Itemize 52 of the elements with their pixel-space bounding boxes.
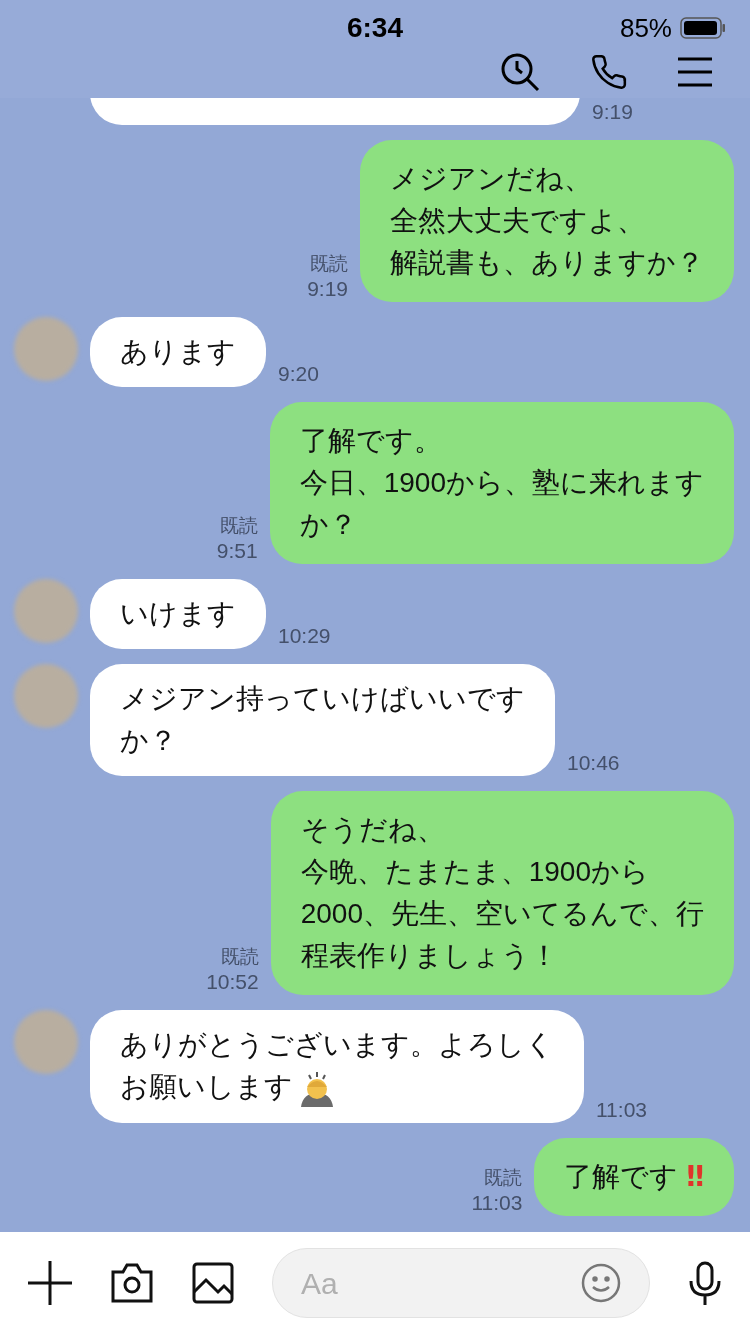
message-input[interactable]: Aa bbox=[301, 1260, 501, 1306]
microphone-icon[interactable] bbox=[688, 1261, 722, 1305]
message-text: 了解です bbox=[564, 1161, 679, 1192]
message-time: 10:46 bbox=[567, 750, 620, 777]
message-text: お願いします bbox=[120, 1071, 293, 1103]
read-receipt: 既読 bbox=[484, 1166, 523, 1190]
sent-message-bubble[interactable]: 了解です。 今日、1900から、塾に来れます か？ bbox=[269, 402, 734, 565]
message-text: 今日、1900から、塾に来れます bbox=[299, 467, 704, 499]
received-message-bubble[interactable]: いけます bbox=[90, 579, 266, 650]
plus-icon[interactable] bbox=[28, 1261, 72, 1305]
smiley-icon[interactable] bbox=[581, 1263, 621, 1303]
message-time: 11:03 bbox=[596, 1096, 647, 1123]
phone-icon[interactable] bbox=[590, 53, 628, 91]
menu-icon[interactable] bbox=[678, 57, 712, 87]
read-receipt: 既読 bbox=[310, 252, 348, 277]
message-time: 10:29 bbox=[278, 623, 331, 650]
message-time: 10:52 bbox=[206, 969, 259, 996]
message-time: 9:51 bbox=[216, 538, 258, 565]
message-text: ありがとうございます。よろしく bbox=[120, 1029, 554, 1061]
sent-message-bubble[interactable]: そうだね、 今晩、たまたま、1900から 2000、先生、空いてるんで、行 程表作りましょう！ bbox=[270, 791, 734, 996]
message-time: 9:19 bbox=[307, 276, 348, 303]
exclamation-mark: ‼ bbox=[686, 1160, 704, 1193]
read-receipt: 既読 bbox=[220, 945, 259, 970]
battery-percent: 85% bbox=[619, 11, 672, 45]
message-text: 今晩、たまたま、1900から bbox=[300, 856, 649, 888]
message-text: 2000、先生、空いてるんで、行 bbox=[300, 898, 704, 930]
received-message-bubble[interactable]: ありがとうございます。よろしく お願いします bbox=[90, 1010, 584, 1123]
status-time: 6:34 bbox=[346, 11, 403, 45]
message-time: 11:03 bbox=[471, 1189, 523, 1216]
message-text: 了解です。 bbox=[299, 425, 442, 457]
message-text: か？ bbox=[299, 509, 357, 541]
message-text: 全然大丈夫ですよ、 bbox=[390, 205, 645, 237]
history-search-icon[interactable] bbox=[500, 52, 540, 92]
message-text: 解説書も、ありますか？ bbox=[390, 247, 704, 279]
message-text: か？ bbox=[120, 725, 177, 757]
received-message-bubble[interactable]: あります bbox=[90, 317, 266, 388]
message-text: 程表作りましょう！ bbox=[300, 940, 558, 972]
image-icon[interactable] bbox=[192, 1262, 234, 1304]
camera-icon[interactable] bbox=[110, 1262, 154, 1304]
sent-message-bubble[interactable]: メジアンだね、 全然大丈夫ですよ、 解説書も、ありますか？ bbox=[360, 140, 734, 303]
message-text: そうだね、 bbox=[300, 814, 445, 846]
battery-icon bbox=[680, 17, 726, 39]
message-input-field[interactable]: Aa bbox=[272, 1248, 650, 1318]
received-message-bubble[interactable]: メジアン持っていけばいいです か？ bbox=[90, 664, 555, 777]
message-text: メジアンだね、 bbox=[390, 163, 592, 195]
sent-message-bubble[interactable]: 了解です ‼ bbox=[534, 1138, 734, 1216]
message-text: あります bbox=[120, 336, 236, 368]
message-time: 9:19 bbox=[592, 99, 633, 126]
message-time: 9:20 bbox=[278, 361, 319, 388]
message-text: メジアン持っていけばいいです bbox=[120, 683, 525, 715]
read-receipt: 既読 bbox=[219, 514, 258, 539]
message-text: いけます bbox=[120, 598, 236, 630]
